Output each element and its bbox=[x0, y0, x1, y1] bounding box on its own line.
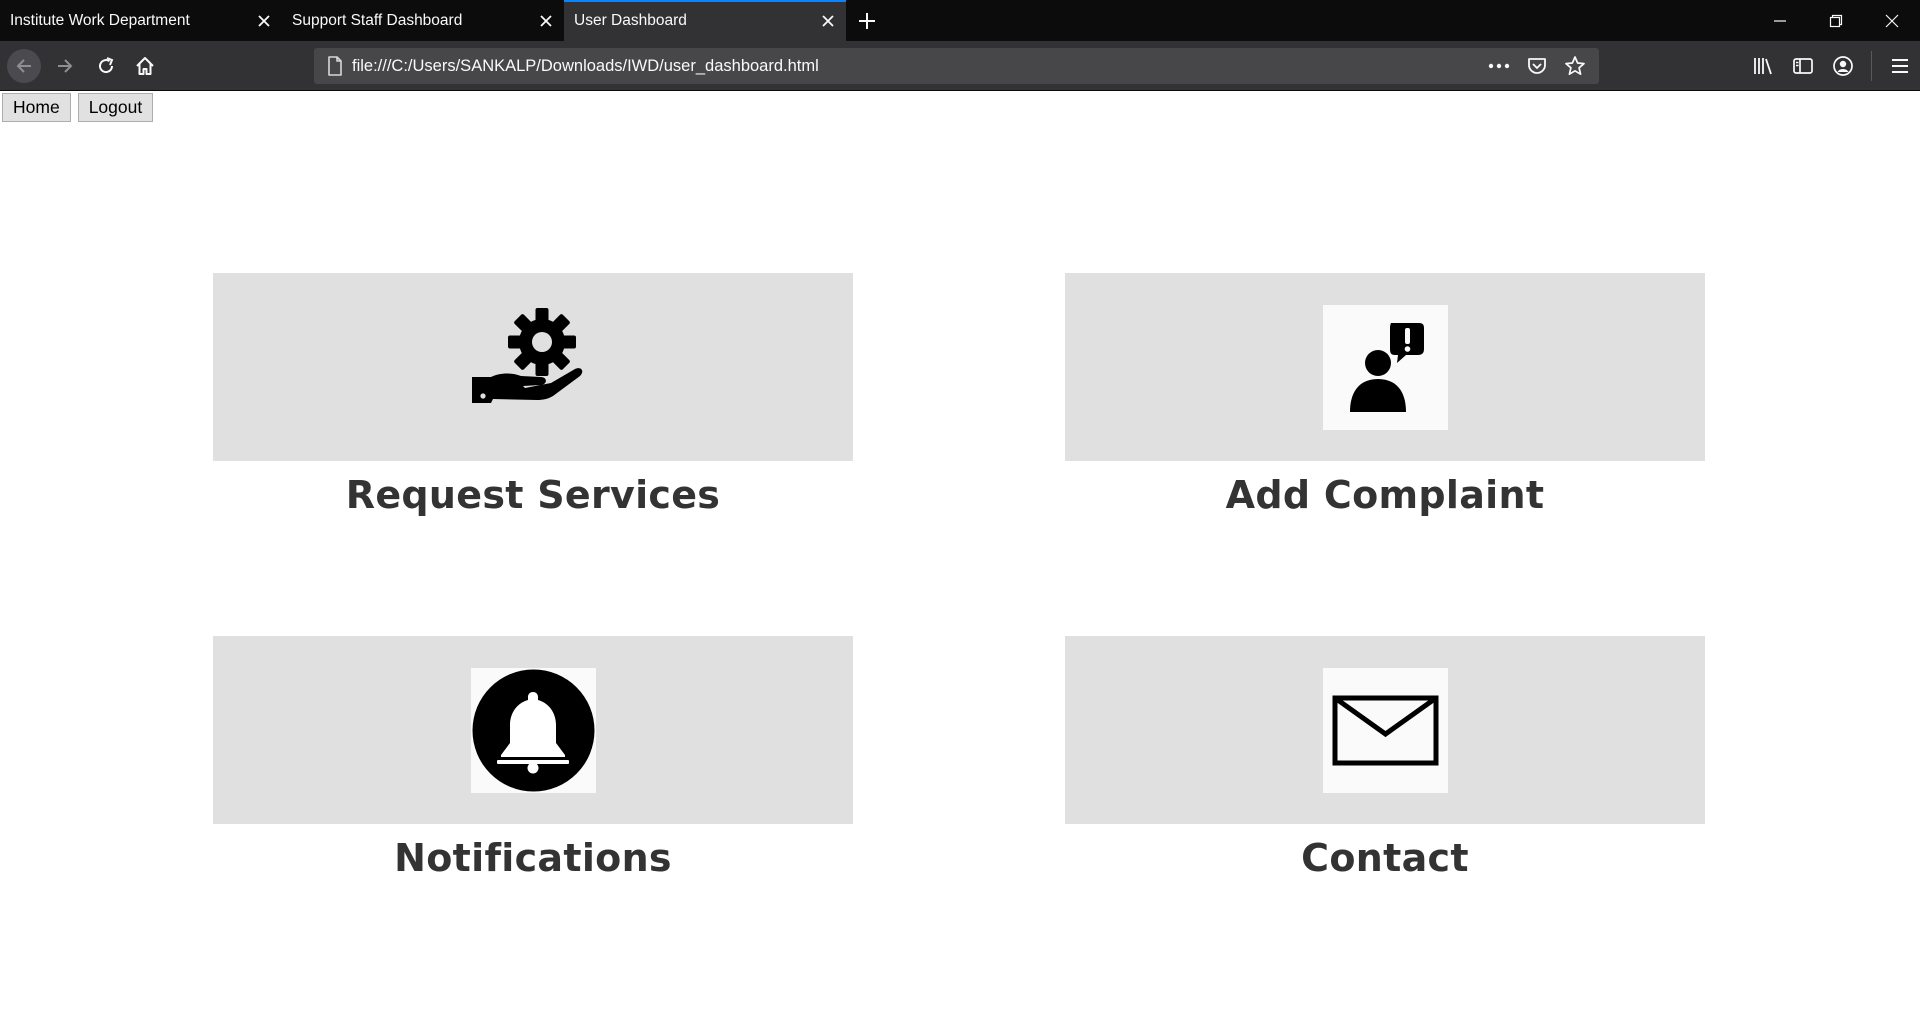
person-alert-icon bbox=[1322, 304, 1448, 430]
browser-toolbar: file:///C:/Users/SANKALP/Downloads/IWD/u… bbox=[0, 41, 1920, 91]
page-content: Home Logout Request Services Add Complai… bbox=[0, 92, 1920, 1030]
reload-icon bbox=[99, 57, 114, 74]
new-tab-button[interactable] bbox=[846, 0, 888, 41]
account-icon[interactable] bbox=[1823, 49, 1863, 83]
library-icon[interactable] bbox=[1743, 49, 1783, 83]
card-panel[interactable] bbox=[213, 636, 853, 824]
window-controls bbox=[1752, 0, 1920, 41]
arrow-left-icon bbox=[16, 59, 31, 73]
minimize-button[interactable] bbox=[1752, 0, 1808, 41]
card-panel[interactable] bbox=[1065, 273, 1705, 461]
tab-support-staff-dashboard[interactable]: Support Staff Dashboard bbox=[282, 0, 564, 41]
close-window-button[interactable] bbox=[1864, 0, 1920, 41]
logout-button[interactable]: Logout bbox=[77, 93, 154, 122]
menu-icon[interactable] bbox=[1880, 49, 1920, 83]
tab-title: Institute Work Department bbox=[10, 11, 190, 29]
toolbar-divider bbox=[1871, 51, 1872, 81]
reload-button[interactable] bbox=[89, 49, 123, 83]
tab-close-icon[interactable] bbox=[810, 0, 846, 41]
minimize-icon bbox=[1774, 19, 1786, 22]
request-services-label[interactable]: Request Services bbox=[213, 473, 853, 517]
card-panel[interactable] bbox=[1065, 636, 1705, 824]
restore-button[interactable] bbox=[1808, 0, 1864, 41]
browser-tab-bar: Institute Work Department Support Staff … bbox=[0, 0, 1920, 41]
tab-title: User Dashboard bbox=[574, 11, 687, 29]
gear-in-hand-icon bbox=[471, 305, 596, 430]
card-panel[interactable] bbox=[213, 273, 853, 461]
notifications-label[interactable]: Notifications bbox=[213, 836, 853, 880]
bookmark-star-icon[interactable] bbox=[1559, 51, 1591, 81]
envelope-icon bbox=[1322, 667, 1448, 793]
contact-label[interactable]: Contact bbox=[1065, 836, 1705, 880]
tab-close-icon[interactable] bbox=[528, 0, 564, 41]
tab-close-icon[interactable] bbox=[246, 0, 282, 41]
add-complaint-label[interactable]: Add Complaint bbox=[1065, 473, 1705, 517]
tab-user-dashboard[interactable]: User Dashboard bbox=[564, 0, 846, 41]
arrow-right-icon bbox=[58, 59, 73, 73]
bell-icon bbox=[470, 667, 596, 793]
pocket-icon[interactable] bbox=[1521, 51, 1553, 81]
forward-button[interactable] bbox=[48, 49, 82, 83]
top-button-row: Home Logout bbox=[2, 93, 154, 122]
url-text[interactable]: file:///C:/Users/SANKALP/Downloads/IWD/u… bbox=[352, 57, 1483, 76]
tab-title: Support Staff Dashboard bbox=[292, 11, 463, 29]
close-icon bbox=[1885, 14, 1899, 27]
page-icon bbox=[318, 56, 352, 76]
home-toolbar-button[interactable] bbox=[128, 49, 162, 83]
home-button[interactable]: Home bbox=[2, 93, 71, 122]
address-bar[interactable]: file:///C:/Users/SANKALP/Downloads/IWD/u… bbox=[314, 48, 1599, 84]
page-actions-icon[interactable] bbox=[1483, 51, 1515, 81]
contact-card[interactable]: Contact bbox=[1065, 636, 1705, 880]
home-icon bbox=[136, 57, 154, 75]
sidebar-toggle-icon[interactable] bbox=[1783, 49, 1823, 83]
restore-icon bbox=[1829, 14, 1843, 27]
notifications-card[interactable]: Notifications bbox=[213, 636, 853, 880]
plus-icon bbox=[859, 12, 875, 29]
request-services-card[interactable]: Request Services bbox=[213, 273, 853, 517]
back-button[interactable] bbox=[7, 49, 41, 83]
tab-institute-work-department[interactable]: Institute Work Department bbox=[0, 0, 282, 41]
add-complaint-card[interactable]: Add Complaint bbox=[1065, 273, 1705, 517]
